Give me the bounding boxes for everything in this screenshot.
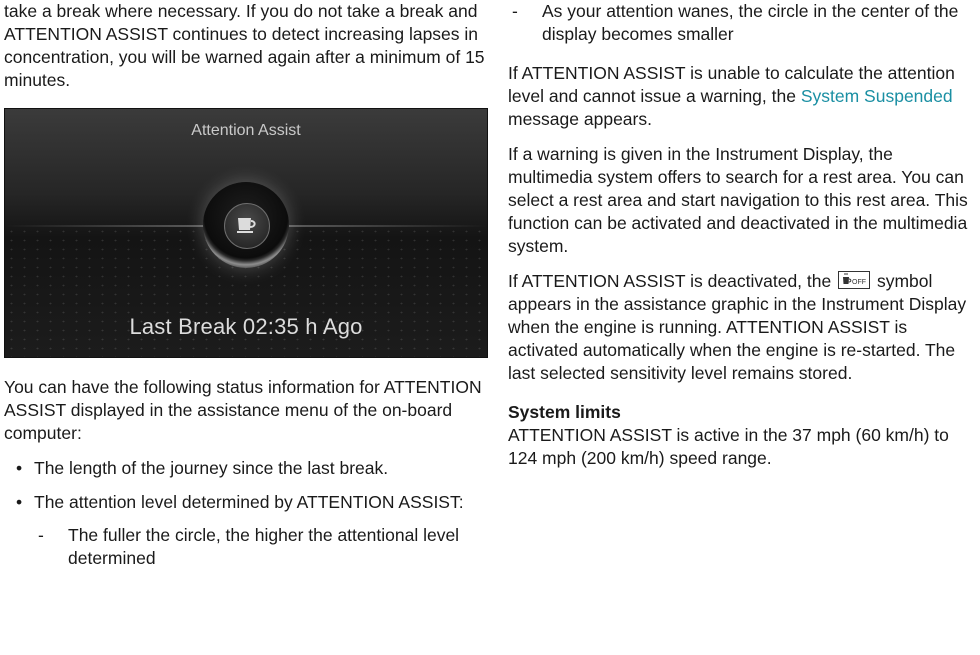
paragraph-break-warning: take a break where necessary. If you do … <box>4 1 485 90</box>
list-item: • The attention level determined by ATTE… <box>4 491 490 570</box>
paragraph-system-limits: ATTENTION ASSIST is active in the 37 mph… <box>508 425 949 468</box>
system-suspended-message: System Suspended <box>800 86 953 106</box>
paragraph-system-suspended: If ATTENTION ASSIST is unable to calcula… <box>508 63 955 129</box>
display-title: Attention Assist <box>191 122 301 139</box>
attention-assist-display: Attention Assist Last Break 02:35 h Ago <box>4 108 488 358</box>
paragraph-deactivated: If ATTENTION ASSIST is deactivated, the … <box>508 271 967 383</box>
paragraph-status-info: You can have the following status inform… <box>4 377 482 443</box>
attention-level-sublist-cont: - As your attention wanes, the circle in… <box>508 0 974 46</box>
list-item: • The length of the journey since the la… <box>16 458 389 478</box>
status-bullet-list: • The length of the journey since the la… <box>4 457 490 570</box>
section-heading-system-limits: System limits <box>508 402 621 422</box>
right-column: - As your attention wanes, the circle in… <box>508 0 974 470</box>
sub-list-item: - As your attention wanes, the circle in… <box>512 1 959 44</box>
svg-text:OFF: OFF <box>852 279 866 286</box>
attention-level-sublist: - The fuller the circle, the higher the … <box>34 524 490 570</box>
sub-list-item: - The fuller the circle, the higher the … <box>38 525 460 568</box>
paragraph-rest-area: If a warning is given in the Instrument … <box>508 144 968 256</box>
last-break-text: Last Break 02:35 h Ago <box>129 314 363 339</box>
attention-assist-off-icon: OFF <box>838 271 871 289</box>
left-column: take a break where necessary. If you do … <box>4 0 490 581</box>
coffee-cup-icon <box>237 218 256 233</box>
